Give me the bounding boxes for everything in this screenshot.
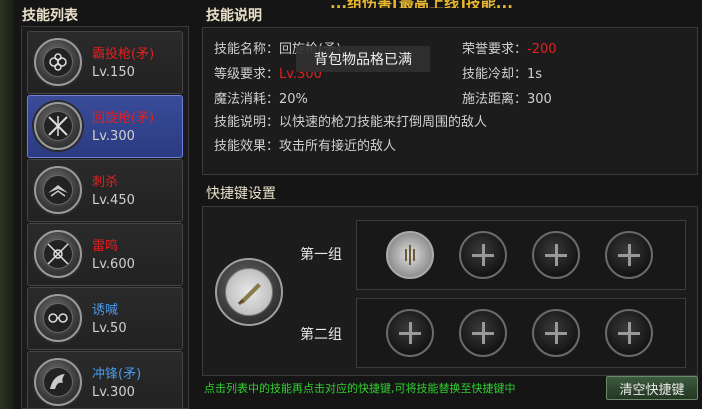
range-row: 施法距离：300 (462, 88, 552, 107)
mana-label: 魔法消耗： (214, 92, 280, 107)
skill-list-title: 技能列表 (22, 8, 78, 24)
skill-name: 回旋枪(矛) (92, 111, 155, 126)
skill-item-4[interactable]: 诱喊 Lv.50 (27, 287, 183, 350)
effect-row: 技能效果：攻击所有接近的敌人 (214, 135, 396, 154)
desc-label: 技能说明： (214, 115, 280, 130)
shortcut-slot-2-4[interactable] (605, 309, 653, 357)
range-value: 300 (527, 92, 552, 107)
shortcut-slot-2-3[interactable] (532, 309, 580, 357)
banner-text: ...组伤害[最高上线]技能... (330, 0, 513, 8)
thrust-icon (34, 166, 82, 214)
toast-message: 背包物品格已满 (296, 46, 430, 72)
left-edge-decoration (0, 0, 14, 409)
clear-shortcuts-button[interactable]: 清空快捷键 (606, 376, 698, 400)
skill-level: Lv.50 (92, 321, 127, 336)
charge-icon (34, 358, 82, 406)
skill-item-3[interactable]: 雷鸣 Lv.600 (27, 223, 183, 286)
shortcut-hint: 点击列表中的技能再点击对应的快捷键,可将技能替换至快捷键中 (204, 382, 516, 395)
skill-level: Lv.450 (92, 193, 135, 208)
shortcut-slot-2-1[interactable] (386, 309, 434, 357)
selected-skill-slot[interactable] (215, 258, 283, 326)
skill-item-1[interactable]: 回旋枪(矛) Lv.300 (27, 95, 183, 158)
skill-level: Lv.300 (92, 385, 135, 400)
desc-value: 以快速的枪刀技能来打倒周围的敌人 (279, 115, 488, 130)
level-req-label: 等级要求： (214, 67, 280, 82)
honor-value: -200 (527, 42, 557, 57)
crossed-spears-icon (34, 38, 82, 86)
skill-level: Lv.150 (92, 65, 135, 80)
skill-list[interactable]: 霸投枪(矛) Lv.150 回旋枪(矛) Lv.300 刺杀 Lv.450 雷鸣… (21, 26, 189, 409)
skill-name: 诱喊 (92, 303, 119, 318)
mana-value: 20% (279, 92, 308, 107)
honor-label: 荣誉要求： (462, 42, 528, 57)
effect-value: 攻击所有接近的敌人 (279, 139, 397, 154)
cooldown-row: 技能冷却：1s (462, 63, 542, 82)
group2-label: 第二组 (300, 327, 342, 343)
taunt-icon (34, 294, 82, 342)
skill-name: 雷鸣 (92, 239, 119, 254)
top-banner: ...组伤害[最高上线]技能... (330, 0, 630, 8)
skill-level: Lv.300 (92, 129, 135, 144)
skill-level: Lv.600 (92, 257, 135, 272)
thunder-icon (34, 230, 82, 278)
shortcut-slot-1-4[interactable] (605, 231, 653, 279)
skill-info-title: 技能说明 (206, 8, 262, 24)
shortcut-slot-1-3[interactable] (532, 231, 580, 279)
cooldown-value: 1s (527, 67, 543, 82)
honor-row: 荣誉要求：-200 (462, 38, 557, 57)
skill-name-label: 技能名称： (214, 42, 280, 57)
desc-row: 技能说明：以快速的枪刀技能来打倒周围的敌人 (214, 111, 487, 130)
skill-rune-icon (405, 245, 415, 265)
sword-icon (225, 268, 273, 316)
spinning-spear-icon (34, 102, 82, 150)
skill-name: 刺杀 (92, 175, 119, 190)
shortcut-slot-2-2[interactable] (459, 309, 507, 357)
skill-item-5[interactable]: 冲锋(矛) Lv.300 (27, 351, 183, 408)
skill-item-2[interactable]: 刺杀 Lv.450 (27, 159, 183, 222)
mana-row: 魔法消耗：20% (214, 88, 308, 107)
skill-name: 霸投枪(矛) (92, 47, 155, 62)
effect-label: 技能效果： (214, 139, 280, 154)
cooldown-label: 技能冷却： (462, 67, 528, 82)
shortcut-title: 快捷键设置 (206, 186, 276, 202)
range-label: 施法距离： (462, 92, 528, 107)
skill-item-0[interactable]: 霸投枪(矛) Lv.150 (27, 31, 183, 94)
shortcut-slot-1-2[interactable] (459, 231, 507, 279)
skill-name: 冲锋(矛) (92, 367, 142, 382)
shortcut-slot-1-1[interactable] (386, 231, 434, 279)
group1-label: 第一组 (300, 247, 342, 263)
